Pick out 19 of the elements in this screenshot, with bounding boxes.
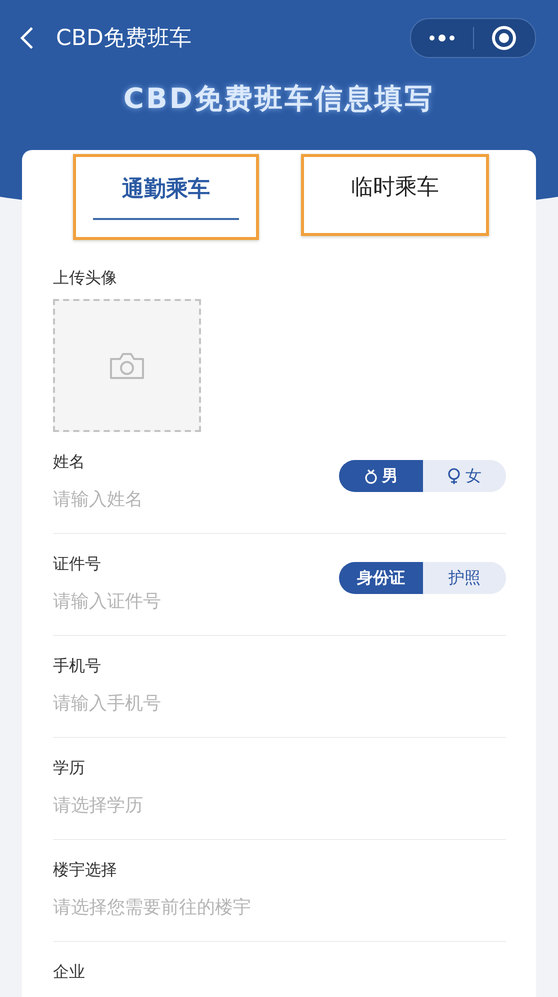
segment-option[interactable]: 身份证 [339,562,422,594]
close-icon[interactable] [491,25,518,51]
field-label: 手机号 [53,656,102,677]
field-label: 楼宇选择 [53,860,118,881]
segment-option[interactable]: 男 [339,460,422,492]
camera-icon [108,352,146,380]
male-icon [364,468,378,484]
field-label: 上传头像 [53,268,118,289]
page-title: CBD免费班车信息填写 [122,81,436,117]
field-label: 学历 [53,758,86,779]
back-icon[interactable] [20,26,34,50]
tab[interactable]: 通勤乘车 [73,154,259,240]
female-icon [447,468,462,484]
tab[interactable]: 临时乘车 [301,154,489,236]
nav-title: CBD免费班车 [56,25,192,53]
more-icon[interactable] [428,34,456,42]
field-label: 企业 [53,962,85,983]
field-label: 证件号 [53,554,102,575]
field-label: 姓名 [53,452,86,473]
